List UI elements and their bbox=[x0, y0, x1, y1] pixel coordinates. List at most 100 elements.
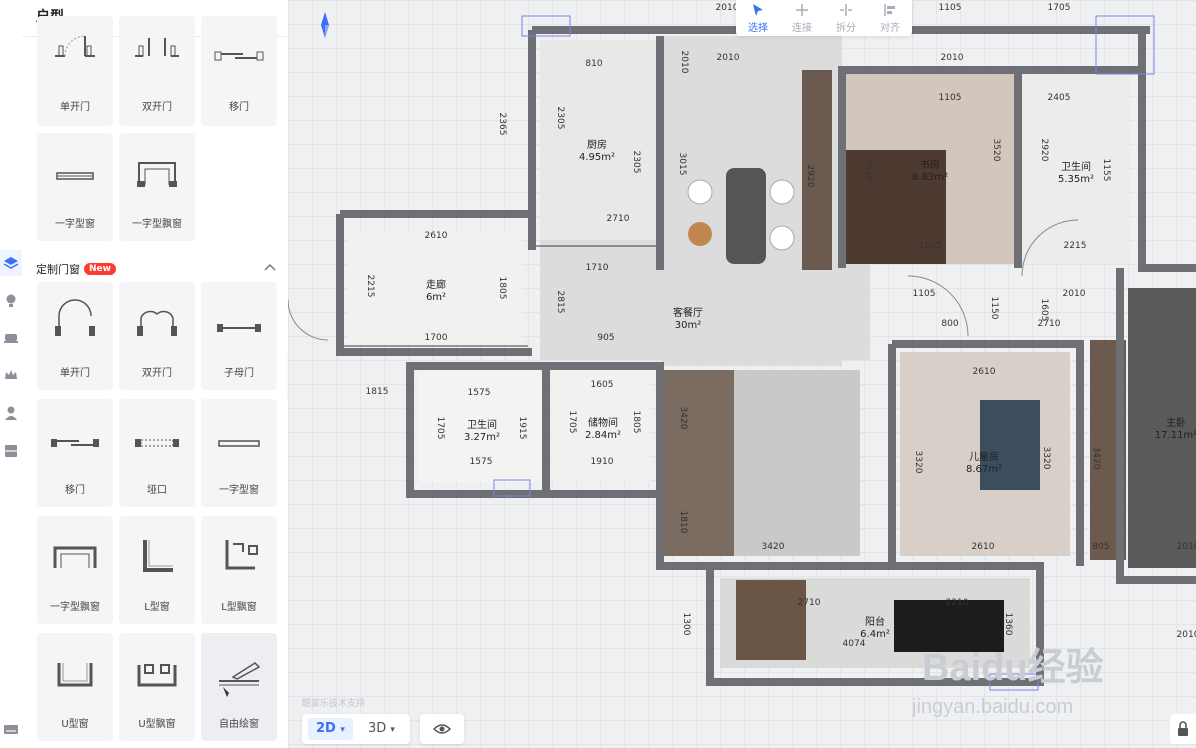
eye-icon bbox=[433, 724, 451, 734]
dimension-label: 1705 bbox=[1047, 3, 1071, 13]
custom-card-single-door[interactable]: 单开门 bbox=[37, 282, 113, 390]
card-sliding-door[interactable]: 移门 bbox=[201, 16, 277, 126]
dimension-label: 2010 bbox=[716, 53, 740, 63]
visibility-button[interactable] bbox=[420, 714, 464, 744]
room-area: 8.67m² bbox=[965, 464, 1002, 475]
card-label: 单开门 bbox=[60, 368, 90, 379]
custom-card-sliding-door[interactable]: 移门 bbox=[37, 399, 113, 507]
dimension-label: 1605 bbox=[918, 241, 942, 251]
split-icon bbox=[840, 4, 852, 16]
caret-down-icon: ▾ bbox=[340, 725, 345, 735]
straight-bay-window-icon bbox=[53, 546, 97, 568]
card-double-door[interactable]: 双开门 bbox=[119, 16, 195, 126]
dimension-label: 1815 bbox=[365, 387, 389, 397]
dimension-label: 1810 bbox=[678, 510, 688, 534]
tool-label: 拆分 bbox=[836, 23, 856, 34]
dimension-label: 1300 bbox=[681, 612, 691, 636]
single-door-icon bbox=[55, 35, 95, 57]
custom-card-mother-son-door[interactable]: 子母门 bbox=[201, 282, 277, 390]
custom-card-double-door[interactable]: 双开门 bbox=[119, 282, 195, 390]
u-bay-window-icon bbox=[137, 664, 177, 687]
watermark-brand: Baidu经验 bbox=[922, 647, 1104, 689]
dimension-label: 1105 bbox=[938, 93, 962, 103]
dimension-label: 2815 bbox=[555, 290, 565, 314]
align-icon bbox=[884, 4, 895, 16]
user-icon[interactable] bbox=[0, 400, 22, 426]
dimension-label: 2010 bbox=[679, 50, 689, 74]
card-label: 一字型窗 bbox=[219, 485, 259, 496]
component-panel: 户型 单开门 双开门 移门 一字型窗 一字型飘窗 定制门窗 New 单开门 双开… bbox=[22, 0, 288, 748]
dimension-label: 2305 bbox=[555, 106, 565, 130]
dimension-label: 3520 bbox=[991, 138, 1001, 162]
dimension-label: 1910 bbox=[590, 457, 614, 467]
room-label: 厨房 4.95m² bbox=[561, 140, 633, 164]
crown-icon[interactable] bbox=[0, 362, 22, 388]
card-label: 一字型窗 bbox=[55, 219, 95, 230]
custom-doors-windows-section[interactable]: 定制门窗 New bbox=[36, 261, 116, 277]
dimension-label: 1575 bbox=[469, 457, 493, 467]
new-badge: New bbox=[84, 263, 116, 275]
dimension-label: 1150 bbox=[989, 296, 999, 320]
card-label: 双开门 bbox=[142, 102, 172, 113]
dimension-label: 1915 bbox=[517, 416, 527, 440]
custom-card-l-bay-window[interactable]: L型飘窗 bbox=[201, 516, 277, 624]
custom-card-opening[interactable]: 垭口 bbox=[119, 399, 195, 507]
single-door-icon bbox=[55, 299, 95, 336]
card-label: L型窗 bbox=[144, 602, 170, 613]
lightbulb-icon[interactable] bbox=[0, 288, 22, 314]
room-label: 客餐厅 30m² bbox=[652, 308, 724, 332]
card-label: 一字型飘窗 bbox=[50, 602, 100, 613]
l-window-icon bbox=[143, 540, 173, 572]
select-tool-button[interactable]: 选择 bbox=[736, 0, 780, 36]
card-straight-window[interactable]: 一字型窗 bbox=[37, 133, 113, 241]
card-single-door[interactable]: 单开门 bbox=[37, 16, 113, 126]
dimension-label: 3320 bbox=[913, 450, 923, 474]
tool-label: 连接 bbox=[792, 23, 812, 34]
sofa-icon[interactable] bbox=[0, 324, 22, 350]
room-label: 走廊 6m² bbox=[400, 280, 472, 304]
room-area: 3.27m² bbox=[463, 432, 500, 443]
dimension-label: 810 bbox=[585, 59, 603, 69]
custom-card-freehand-window[interactable]: 自由绘窗 bbox=[201, 633, 277, 741]
room-name: 儿童房 bbox=[969, 452, 999, 463]
lock-button[interactable] bbox=[1170, 714, 1196, 744]
dimension-label: 3520 bbox=[863, 158, 873, 182]
split-tool-button[interactable]: 拆分 bbox=[824, 0, 868, 36]
dimension-label: 3320 bbox=[1041, 446, 1051, 470]
card-label: 移门 bbox=[65, 485, 85, 496]
connect-icon bbox=[796, 4, 808, 16]
lock-icon bbox=[1178, 721, 1188, 736]
cabinet-icon[interactable] bbox=[0, 438, 22, 464]
cursor-icon bbox=[753, 4, 763, 16]
card-label: 单开门 bbox=[60, 102, 90, 113]
custom-card-l-window[interactable]: L型窗 bbox=[119, 516, 195, 624]
dimension-label: 2210 bbox=[945, 598, 969, 608]
keyboard-icon[interactable] bbox=[0, 716, 22, 742]
view-2d-button[interactable]: 2D ▾ bbox=[308, 718, 353, 740]
u-window-icon bbox=[57, 663, 93, 687]
straight-window-icon bbox=[218, 440, 260, 447]
custom-card-u-bay-window[interactable]: U型飘窗 bbox=[119, 633, 195, 741]
room-area: 17.11m² bbox=[1154, 430, 1196, 441]
card-label: U型飘窗 bbox=[138, 719, 176, 730]
custom-card-straight-window[interactable]: 一字型窗 bbox=[201, 399, 277, 507]
left-icon-bar bbox=[0, 0, 23, 748]
dimension-label: 1700 bbox=[424, 333, 448, 343]
align-tool-button[interactable]: 对齐 bbox=[868, 0, 912, 36]
room-name: 走廊 bbox=[426, 280, 446, 291]
room-name: 书房 bbox=[920, 160, 940, 171]
dimension-label: 805 bbox=[1092, 542, 1110, 552]
chevron-up-icon[interactable] bbox=[264, 262, 276, 272]
dimension-label: 1805 bbox=[497, 276, 507, 300]
view-3d-button[interactable]: 3D ▾ bbox=[360, 718, 403, 740]
dimension-label: 1710 bbox=[585, 263, 609, 273]
freehand-window-icon bbox=[219, 662, 261, 697]
custom-card-u-window[interactable]: U型窗 bbox=[37, 633, 113, 741]
layers-icon[interactable] bbox=[0, 250, 22, 276]
section-title: 定制门窗 bbox=[36, 263, 80, 276]
view-2d-label: 2D bbox=[316, 721, 336, 736]
connect-tool-button[interactable]: 连接 bbox=[780, 0, 824, 36]
straight-window-icon bbox=[56, 172, 94, 180]
custom-card-straight-bay-window[interactable]: 一字型飘窗 bbox=[37, 516, 113, 624]
card-straight-bay-window[interactable]: 一字型飘窗 bbox=[119, 133, 195, 241]
